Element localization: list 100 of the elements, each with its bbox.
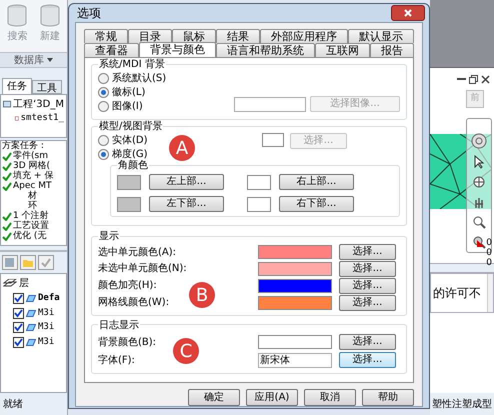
tab[interactable]: 鼠标 [172, 29, 216, 43]
layer-item[interactable]: M3i [38, 336, 54, 349]
radio-button[interactable] [98, 134, 109, 146]
radio-label[interactable]: 实体(D) [112, 132, 148, 148]
tab[interactable]: 查看器 [84, 43, 139, 57]
layers-title: 层 [19, 277, 29, 291]
rotate-icon [471, 133, 487, 149]
task-item[interactable]: 优化 (无 [13, 231, 46, 241]
field-label: 颜色加亮(H): [98, 278, 158, 294]
tree-item[interactable]: 工程‘3D_M [13, 97, 64, 112]
tab[interactable]: 目录 [128, 29, 172, 43]
button[interactable]: 选择... [339, 294, 396, 311]
scrollbar[interactable] [487, 274, 493, 312]
field-label: 选中单元颜色(A): [98, 246, 178, 260]
task-item[interactable]: 工艺设置 [13, 221, 49, 231]
radio-button[interactable] [98, 100, 109, 112]
checkbox[interactable] [13, 322, 24, 334]
annotation-marker: C [173, 338, 199, 364]
button[interactable]: 左上部... [149, 174, 224, 190]
axis-value: 0 [486, 238, 492, 248]
axis-value: 0 [486, 258, 492, 268]
zoom-icon [472, 215, 486, 229]
button[interactable]: 选择... [339, 278, 396, 294]
database-menu[interactable]: 数据库 [0, 52, 67, 68]
radio-button[interactable] [98, 148, 109, 160]
checkbox[interactable] [13, 308, 24, 319]
annotation-marker: A [169, 135, 195, 161]
button[interactable]: 左下部... [149, 196, 224, 212]
check-icon [38, 255, 54, 270]
file-icon [15, 114, 19, 124]
folder-icon [20, 255, 36, 270]
axis-icon [476, 240, 484, 247]
close-button[interactable] [391, 5, 425, 21]
checkbox[interactable] [13, 336, 24, 348]
image-path-field[interactable] [234, 97, 306, 112]
tab[interactable]: 默认显示 [348, 29, 414, 43]
restore-icon [469, 74, 478, 84]
radio-button[interactable] [98, 72, 109, 84]
task-item[interactable]: 3D 网格( [13, 161, 50, 171]
layer-item[interactable]: M3i [38, 321, 54, 334]
group-title: 角颜色 [117, 160, 149, 172]
pointer-icon [473, 155, 485, 169]
button[interactable]: 取消 [304, 389, 356, 406]
tab[interactable]: 外部应用程序 [260, 29, 348, 43]
panel-tab[interactable]: 任务 [2, 78, 32, 94]
close-icon [481, 74, 490, 84]
task-item[interactable]: 环 [28, 201, 37, 211]
axis-value: 0 [486, 248, 492, 258]
status-text: 塑性注塑成型 [432, 398, 492, 412]
group-title: 日志显示 [98, 320, 140, 332]
field-label: 字体(F): [98, 354, 136, 368]
color-swatch [262, 133, 284, 147]
project-icon [3, 100, 12, 109]
layer-item[interactable]: Defa [38, 292, 60, 306]
radio-button[interactable] [98, 86, 109, 98]
font-field[interactable]: 新宋体 [258, 352, 332, 368]
radio-label[interactable]: 系统默认(S) [112, 70, 166, 86]
database-icon [5, 3, 30, 29]
status-text: 就绪 [3, 398, 23, 412]
tab[interactable]: 语言和帮助系统 [216, 43, 315, 57]
task-item[interactable]: 零件(sm [13, 151, 48, 161]
field-label: 未选中单元颜色(N): [98, 262, 188, 276]
group-title: 模型/视图背景 [98, 121, 164, 133]
button[interactable]: 确定 [188, 389, 240, 406]
button[interactable]: 右下部... [279, 196, 354, 212]
dialog-title: 选项 [77, 5, 101, 22]
button[interactable]: 选择... [339, 334, 396, 350]
button[interactable]: 选择... [339, 260, 396, 277]
field-label: 网格线颜色(W): [98, 296, 170, 310]
database-icon [38, 3, 62, 29]
radio-label[interactable]: 图像(I) [112, 98, 143, 114]
group-title: 显示 [98, 231, 120, 244]
task-item[interactable]: 填充 + 保 [13, 171, 54, 181]
tab[interactable]: 常规 [84, 29, 128, 43]
minimize-icon [457, 78, 466, 80]
field-label: 背景颜色(B): [98, 336, 158, 350]
tab[interactable]: 背景与颜色 [139, 42, 216, 57]
button[interactable]: 帮助 [362, 389, 414, 406]
radio-label[interactable]: 徽标(L) [112, 84, 146, 100]
task-item[interactable]: 方案任务 : [2, 141, 44, 151]
caret-icon [47, 58, 53, 62]
button[interactable]: 选择... [339, 244, 396, 260]
button[interactable]: 选择... [339, 352, 396, 368]
button[interactable]: 应用(A) [246, 389, 298, 406]
panel-tab[interactable]: 工具 [32, 80, 62, 94]
checkbox[interactable] [13, 293, 24, 304]
annotation-marker: B [189, 282, 215, 308]
tab[interactable]: 结果 [216, 29, 260, 43]
tree-item[interactable]: smtest1_ [20, 112, 64, 126]
task-item[interactable]: 材 [28, 191, 37, 201]
tab[interactable]: 互联网 [315, 43, 370, 57]
group-title: 系统/MDI 背景 [98, 59, 166, 71]
layers-icon [3, 278, 17, 288]
log-text: 的许可不 [432, 285, 482, 302]
button[interactable]: 右上部... [279, 174, 354, 190]
close-icon [404, 9, 412, 17]
tab[interactable]: 报告 [370, 43, 414, 57]
task-item[interactable]: 1 个注射 [13, 211, 49, 221]
layer-item[interactable]: M3i [38, 306, 54, 320]
task-item[interactable]: Apec MT [13, 181, 52, 191]
